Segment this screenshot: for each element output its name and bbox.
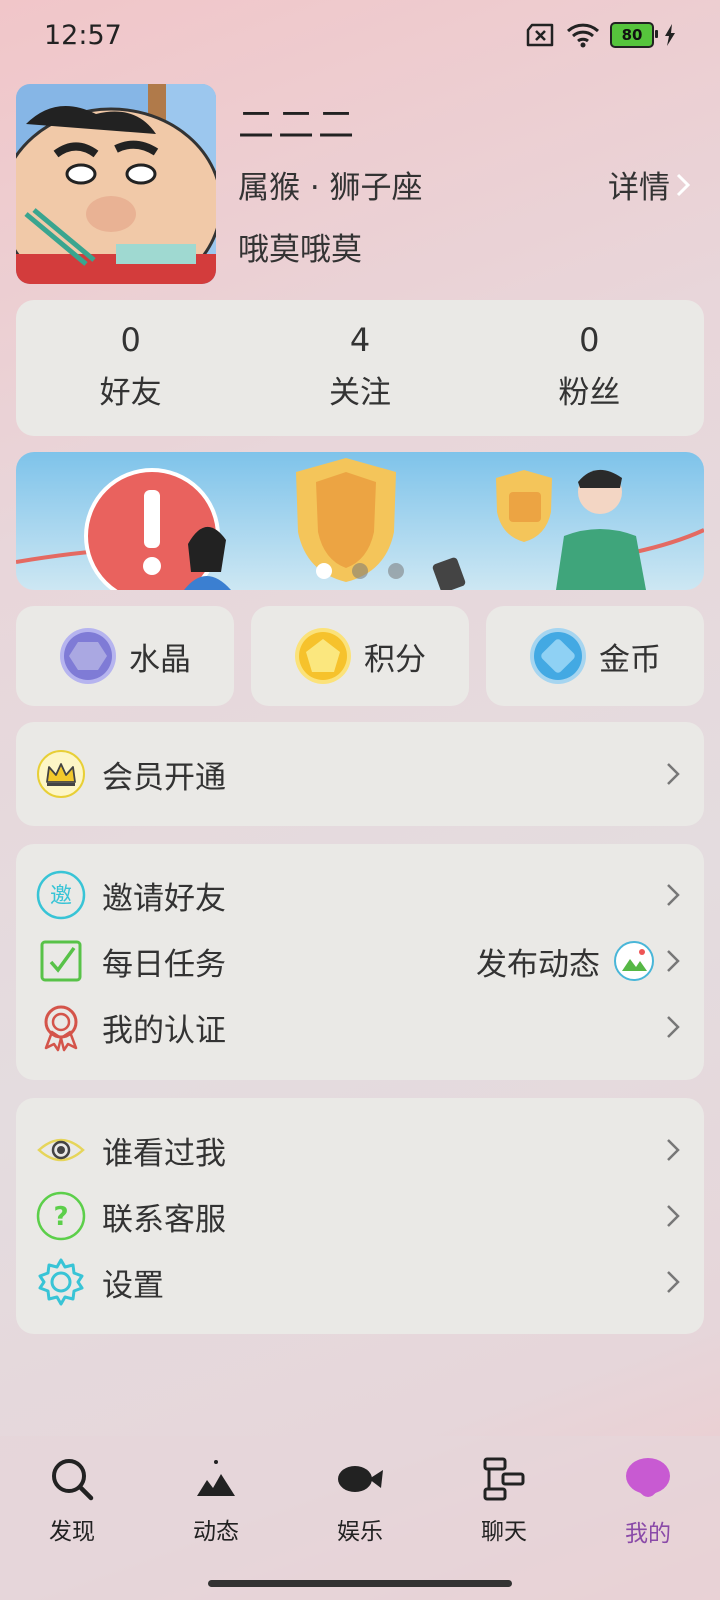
charging-icon — [665, 24, 675, 46]
daily-task-extra: 发布动态 — [476, 946, 600, 983]
status-icons: 80 — [526, 22, 676, 48]
wallet-coins[interactable]: 金币 — [486, 606, 704, 706]
mountain-icon — [197, 1460, 235, 1496]
photo-badge-icon — [614, 941, 654, 981]
menu-customer-service-label: 联系客服 — [102, 1201, 226, 1238]
menu-settings[interactable]: 设置 — [16, 1249, 704, 1315]
coin-icon — [530, 628, 586, 684]
tab-discover[interactable]: 发现 — [12, 1456, 132, 1546]
profile-info: 属猴 · 狮子座 — [238, 170, 423, 206]
profile-signature: 哦莫哦莫 — [238, 232, 362, 268]
banner-dot[interactable] — [352, 563, 368, 579]
home-indicator[interactable] — [208, 1580, 512, 1587]
tab-mine-label: 我的 — [625, 1521, 671, 1547]
help-icon: ? — [36, 1191, 86, 1241]
stat-friends[interactable]: 0 好友 — [16, 300, 245, 436]
award-icon — [36, 1002, 86, 1052]
chevron-right-icon — [667, 1139, 680, 1161]
search-icon — [52, 1459, 94, 1501]
menu-settings-label: 设置 — [102, 1267, 164, 1304]
points-icon — [295, 628, 351, 684]
chevron-right-icon — [667, 1271, 680, 1293]
menu-vip[interactable]: 会员开通 — [16, 741, 704, 807]
stat-friends-label: 好友 — [99, 374, 162, 411]
tab-entertainment-label: 娱乐 — [337, 1519, 383, 1545]
menu-invite-label: 邀请好友 — [102, 880, 226, 917]
avatar[interactable] — [16, 84, 216, 284]
wallet-crystal-label: 水晶 — [129, 641, 191, 678]
crystal-icon — [60, 628, 116, 684]
chevron-right-icon — [667, 1205, 680, 1227]
banner-dot-active[interactable] — [316, 563, 332, 579]
chevron-right-icon — [667, 1016, 680, 1038]
battery-icon: 80 — [610, 22, 658, 48]
menu-daily-task-label: 每日任务 — [102, 946, 226, 983]
banner-dot[interactable] — [388, 563, 404, 579]
tab-entertainment[interactable]: 娱乐 — [300, 1456, 420, 1546]
menu-invite[interactable]: 邀 邀请好友 — [16, 862, 704, 928]
gear-icon — [36, 1257, 86, 1307]
stat-fans-count: 0 — [579, 320, 600, 359]
fish-icon — [338, 1466, 383, 1492]
chevron-right-icon — [667, 884, 680, 906]
tab-mine[interactable]: 我的 — [588, 1456, 708, 1548]
eye-icon — [36, 1125, 86, 1175]
stat-friends-count: 0 — [120, 320, 141, 359]
banner-pager — [316, 563, 404, 579]
invite-icon: 邀 — [36, 870, 86, 920]
menu-certification[interactable]: 我的认证 — [16, 994, 704, 1060]
stat-fans-label: 粉丝 — [558, 374, 621, 411]
wallet-points-label: 积分 — [364, 641, 426, 678]
profile-name: 二二二 — [238, 105, 359, 146]
stat-following-label: 关注 — [328, 374, 391, 411]
crown-icon — [36, 749, 86, 799]
wallet-crystal[interactable]: 水晶 — [16, 606, 234, 706]
stat-following[interactable]: 4 关注 — [245, 300, 474, 436]
tab-chat[interactable]: 聊天 — [444, 1456, 564, 1546]
mine-icon — [626, 1458, 670, 1497]
tab-moments[interactable]: 动态 — [156, 1456, 276, 1546]
bottom-nav: 发现 动态 娱乐 聊天 我的 — [0, 1436, 720, 1600]
menu-customer-service[interactable]: ? 联系客服 — [16, 1183, 704, 1249]
menu-daily-task[interactable]: 每日任务 发布动态 — [16, 928, 704, 994]
profile-detail-link[interactable]: 详情 — [608, 162, 690, 207]
profile-detail-label: 详情 — [608, 170, 670, 206]
chevron-right-icon — [667, 763, 680, 785]
status-bar: 12:57 80 — [0, 0, 720, 76]
no-sim-icon — [526, 23, 554, 47]
wallet-points[interactable]: 积分 — [251, 606, 469, 706]
battery-level: 80 — [621, 26, 643, 44]
menu-certification-label: 我的认证 — [102, 1012, 226, 1049]
wallet-coins-label: 金币 — [599, 641, 661, 678]
tab-chat-label: 聊天 — [481, 1519, 527, 1545]
stat-following-count: 4 — [349, 320, 371, 359]
help-icon-text: ? — [53, 1202, 68, 1232]
menu-viewers-label: 谁看过我 — [102, 1135, 226, 1172]
tab-moments-label: 动态 — [193, 1519, 239, 1545]
status-time: 12:57 — [44, 20, 122, 51]
menu-vip-label: 会员开通 — [102, 759, 226, 796]
tab-discover-label: 发现 — [49, 1519, 95, 1545]
chevron-right-icon — [676, 173, 690, 196]
chevron-right-icon — [667, 950, 680, 972]
wifi-icon — [566, 23, 600, 48]
checkbox-icon — [36, 936, 86, 986]
chat-icon — [483, 1457, 525, 1501]
invite-icon-text: 邀 — [50, 884, 72, 909]
stats-card: 0 好友 4 关注 0 粉丝 — [16, 300, 704, 436]
menu-viewers[interactable]: 谁看过我 — [16, 1117, 704, 1183]
stat-fans[interactable]: 0 粉丝 — [475, 300, 704, 436]
